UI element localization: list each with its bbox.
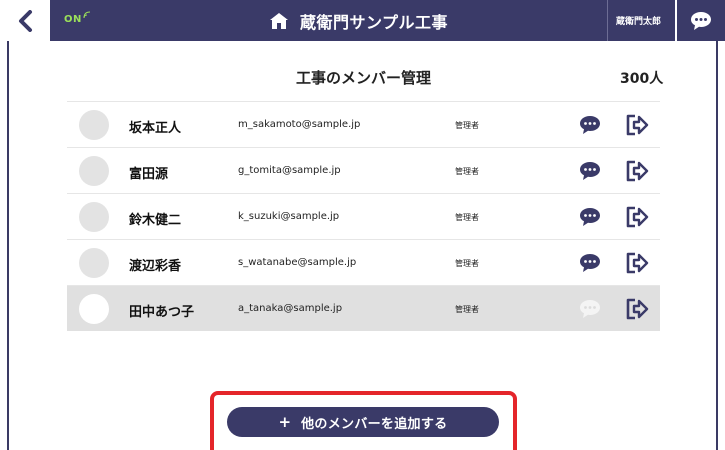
exit-icon[interactable] (625, 297, 649, 321)
back-button[interactable] (0, 0, 50, 41)
member-row[interactable]: 坂本正人 m_sakamoto@sample.jp 管理者 (67, 101, 660, 147)
chevron-left-icon (19, 9, 32, 32)
member-email: k_suzuki@sample.jp (238, 211, 340, 222)
app-title: 蔵衛門サンプル工事 (300, 12, 449, 32)
frame-left-border (7, 0, 9, 450)
frame-right-border (716, 0, 718, 450)
top-bar: ON 蔵衛門サンプル工事 蔵衛門太郎 (50, 0, 675, 41)
member-list: 坂本正人 m_sakamoto@sample.jp 管理者 富田源 g_tomi… (67, 101, 660, 331)
member-name: 渡辺彩香 (129, 259, 182, 274)
exit-icon[interactable] (625, 159, 649, 183)
message-icon[interactable] (579, 115, 601, 135)
member-name: 坂本正人 (129, 121, 182, 136)
avatar (79, 294, 109, 324)
title-group: 蔵衛門サンプル工事 (270, 0, 448, 41)
home-icon[interactable] (270, 12, 288, 29)
member-row[interactable]: 鈴木健二 k_suzuki@sample.jp 管理者 (67, 193, 660, 239)
connection-status: ON (64, 11, 91, 25)
exit-icon[interactable] (625, 113, 649, 137)
avatar (79, 110, 109, 140)
member-email: m_sakamoto@sample.jp (238, 119, 361, 130)
member-row[interactable]: 富田源 g_tomita@sample.jp 管理者 (67, 147, 660, 193)
member-name: 富田源 (129, 167, 169, 182)
chat-button[interactable] (675, 0, 725, 41)
member-name: 鈴木健二 (129, 213, 182, 228)
user-divider (607, 0, 608, 41)
page-title: 工事のメンバー管理 (296, 69, 432, 87)
member-name: 田中あつ子 (129, 305, 195, 320)
member-row-selected[interactable]: 田中あつ子 a_tanaka@sample.jp 管理者 (67, 285, 660, 331)
message-icon[interactable] (579, 253, 601, 273)
plus-icon: + (278, 413, 292, 431)
header: ON 蔵衛門サンプル工事 蔵衛門太郎 (0, 0, 725, 41)
signal-icon (83, 11, 91, 21)
avatar (79, 248, 109, 278)
member-email: a_tanaka@sample.jp (238, 303, 343, 314)
member-row[interactable]: 渡辺彩香 s_watanabe@sample.jp 管理者 (67, 239, 660, 285)
add-member-button[interactable]: + 他のメンバーを追加する (227, 407, 499, 437)
message-icon[interactable] (579, 207, 601, 227)
user-name[interactable]: 蔵衛門太郎 (616, 14, 661, 27)
avatar (79, 156, 109, 186)
exit-icon[interactable] (625, 251, 649, 275)
exit-icon[interactable] (625, 205, 649, 229)
app-frame: ON 蔵衛門サンプル工事 蔵衛門太郎 工事のメンバー管理 300人 坂本正人 m… (0, 0, 725, 450)
member-count: 300人 (620, 71, 664, 87)
member-role: 管理者 (455, 305, 479, 314)
member-role: 管理者 (455, 213, 479, 222)
add-member-label: 他のメンバーを追加する (301, 416, 448, 432)
member-role: 管理者 (455, 167, 479, 176)
member-email: g_tomita@sample.jp (238, 165, 341, 176)
message-icon-disabled (580, 300, 600, 318)
member-email: s_watanabe@sample.jp (238, 257, 357, 268)
member-role: 管理者 (455, 259, 479, 268)
status-label: ON (64, 14, 82, 25)
member-role: 管理者 (455, 121, 479, 130)
avatar (79, 202, 109, 232)
message-icon[interactable] (579, 161, 601, 181)
speech-bubble-icon (691, 11, 711, 30)
